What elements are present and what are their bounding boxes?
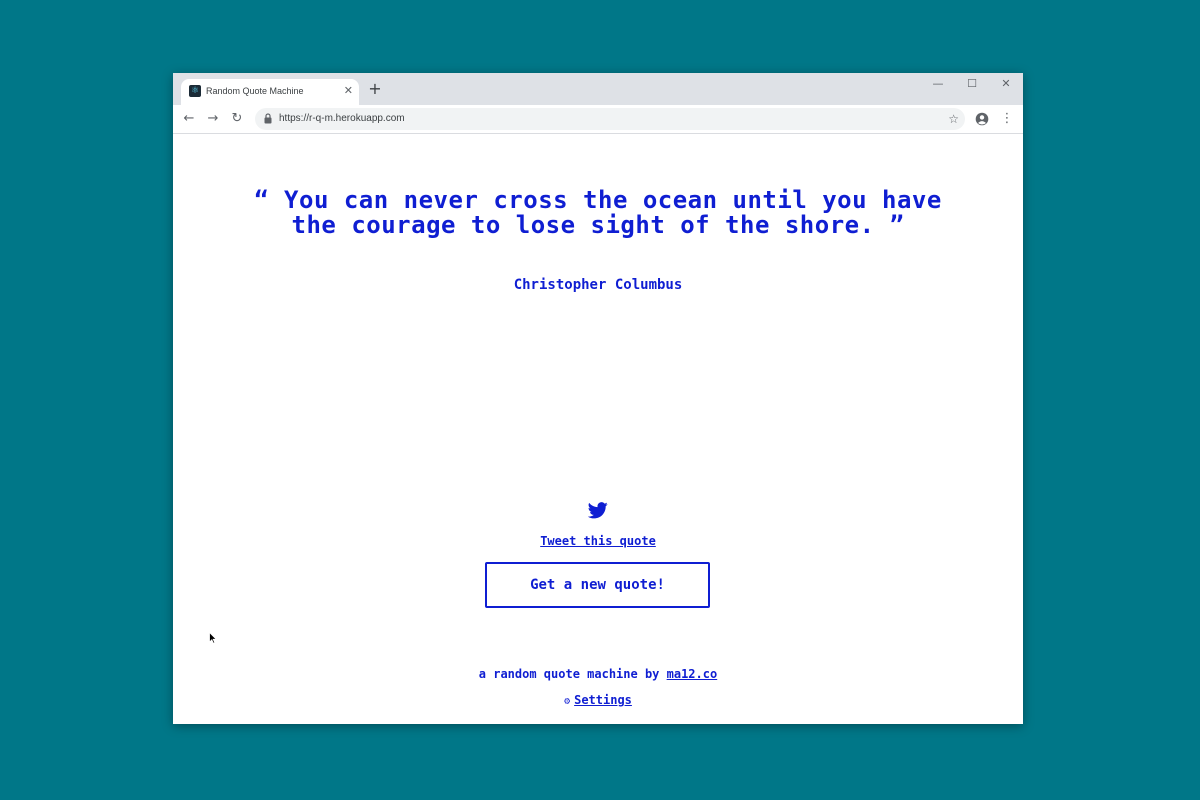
mouse-cursor-icon <box>209 632 217 644</box>
account-circle-icon[interactable] <box>975 112 989 126</box>
browser-toolbar: ← → ↻ https://r-q-m.herokuapp.com ☆ ⋮ <box>173 105 1023 134</box>
footer-text: a random quote machine by <box>478 667 667 681</box>
minimize-button[interactable]: — <box>921 73 955 97</box>
menu-icon[interactable]: ⋮ <box>998 110 1016 128</box>
new-quote-button[interactable]: Get a new quote! <box>485 562 710 608</box>
footer-credit: a random quote machine by ma12.co <box>273 666 923 682</box>
new-tab-button[interactable]: + <box>367 81 383 97</box>
page-content: “ You can never cross the ocean until yo… <box>173 134 1023 724</box>
address-bar[interactable]: https://r-q-m.herokuapp.com ☆ <box>255 108 965 130</box>
lock-icon <box>264 113 272 124</box>
title-bar: ⚛ Random Quote Machine ✕ + — ☐ ✕ <box>173 73 1023 105</box>
url-text: https://r-q-m.herokuapp.com <box>279 113 405 124</box>
gear-icon: ⚙ <box>564 696 571 707</box>
tweet-quote-link[interactable]: Tweet this quote <box>473 533 723 549</box>
close-window-button[interactable]: ✕ <box>989 73 1023 97</box>
settings-link[interactable]: ⚙ Settings <box>473 692 723 710</box>
quote-author: Christopher Columbus <box>513 277 683 293</box>
forward-button[interactable]: → <box>204 110 222 128</box>
twitter-bird-icon[interactable] <box>588 502 608 519</box>
browser-window: ⚛ Random Quote Machine ✕ + — ☐ ✕ ← → ↻ h… <box>173 73 1023 724</box>
window-controls: — ☐ ✕ <box>921 73 1023 97</box>
ma12-link[interactable]: ma12.co <box>667 667 718 681</box>
back-button[interactable]: ← <box>180 110 198 128</box>
close-tab-icon[interactable]: ✕ <box>344 84 353 98</box>
quote-text: “ You can never cross the ocean until yo… <box>254 186 942 239</box>
reload-button[interactable]: ↻ <box>228 110 246 128</box>
tab-random-quote-machine[interactable]: ⚛ Random Quote Machine ✕ <box>181 79 359 105</box>
settings-label[interactable]: Settings <box>574 693 632 707</box>
maximize-button[interactable]: ☐ <box>955 73 989 97</box>
tab-title: Random Quote Machine <box>206 86 304 96</box>
bookmark-star-icon[interactable]: ☆ <box>948 111 959 127</box>
react-atom-icon: ⚛ <box>189 85 201 97</box>
